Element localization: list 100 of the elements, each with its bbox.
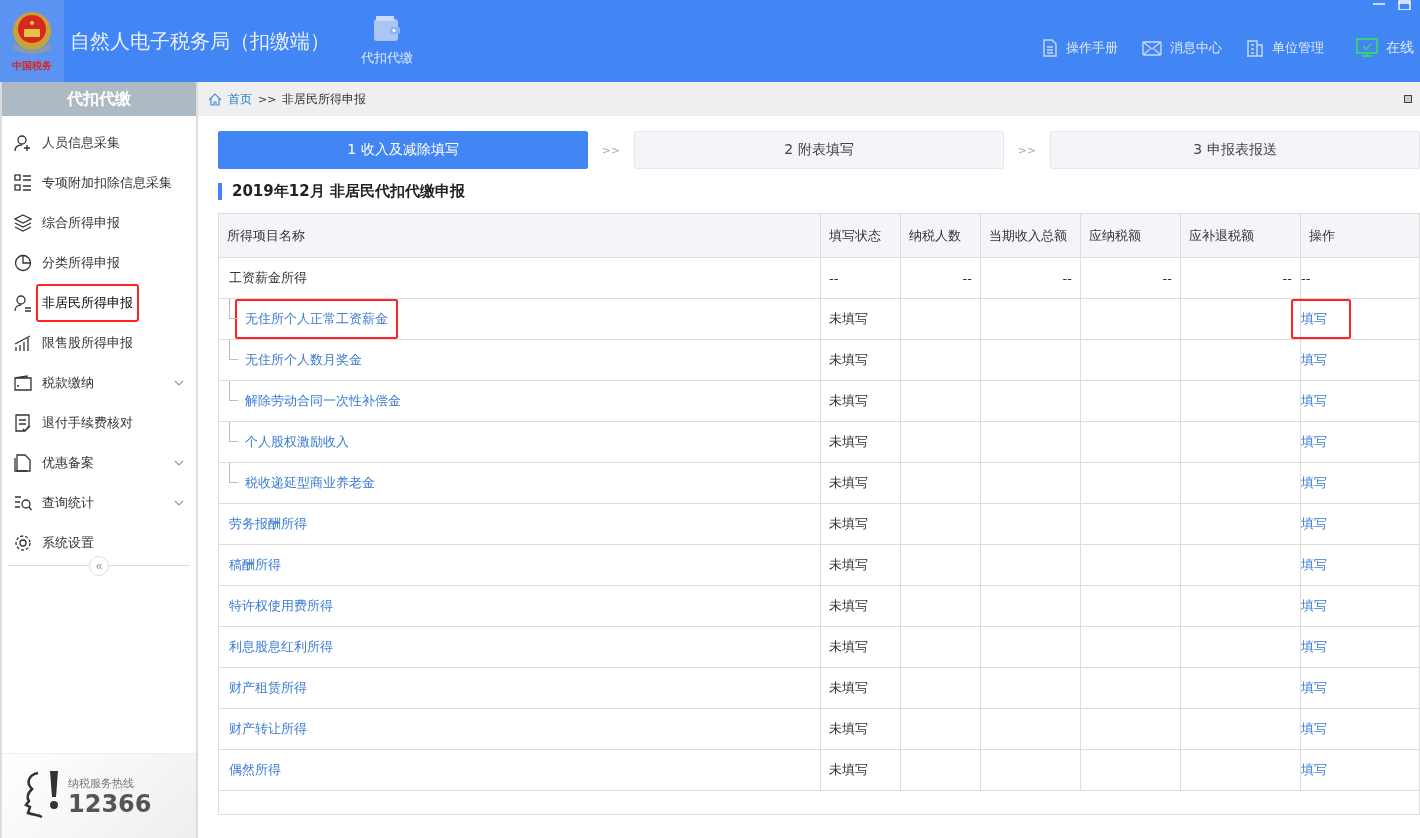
tree-line	[229, 340, 238, 360]
income-item-link[interactable]: 利息股息红利所得	[219, 627, 343, 667]
table-cell: 未填写	[821, 299, 901, 339]
home-link[interactable]: 首页	[228, 90, 252, 108]
header-link[interactable]: 操作手册	[1042, 38, 1118, 58]
wallet-icon	[372, 15, 402, 43]
table-cell: 未填写	[821, 586, 901, 626]
sidebar-item[interactable]: 限售股所得申报	[2, 323, 196, 363]
collapse-button[interactable]: «	[89, 556, 109, 576]
column-header: 填写状态	[821, 214, 901, 257]
income-item-link[interactable]: 个人股权激励收入	[235, 422, 359, 462]
table-cell: 未填写	[821, 463, 901, 503]
fill-link[interactable]: 填写	[1291, 463, 1351, 503]
tree-line	[229, 463, 238, 483]
sidebar-item[interactable]: 税款缴纳	[2, 363, 196, 403]
search-list-icon	[14, 494, 32, 512]
column-header: 纳税人数	[901, 214, 981, 257]
header-link[interactable]: 单位管理	[1246, 38, 1324, 58]
income-item-link[interactable]: 无住所个人数月奖金	[235, 340, 372, 380]
income-item-link[interactable]: 财产转让所得	[219, 709, 317, 749]
fill-link[interactable]: 填写	[1291, 709, 1351, 749]
sidebar-title: 代扣代缴	[2, 82, 196, 116]
fill-link[interactable]: 填写	[1291, 340, 1351, 380]
fill-link[interactable]: 填写	[1291, 750, 1351, 790]
minimize-icon[interactable]	[1372, 0, 1386, 8]
header-link[interactable]: 在线	[1356, 38, 1414, 58]
monitor-check-icon	[1356, 38, 1378, 58]
step-tab[interactable]: 3 申报表报送	[1050, 131, 1420, 169]
income-item-link[interactable]: 劳务报酬所得	[219, 504, 317, 544]
table-cell: 未填写	[821, 627, 901, 667]
tree-line	[229, 422, 238, 442]
table-cell: --	[1062, 270, 1072, 286]
sidebar-item[interactable]: 退付手续费核对	[2, 403, 196, 443]
header-link[interactable]: 消息中心	[1142, 38, 1222, 58]
person-icon	[14, 294, 32, 312]
hotline-number: 12366	[68, 790, 152, 817]
layers-icon	[14, 214, 32, 232]
table-cell: 未填写	[821, 340, 901, 380]
list-icon	[14, 174, 32, 192]
sidebar-item[interactable]: 专项附加扣除信息采集	[2, 163, 196, 203]
sidebar-item[interactable]: 人员信息采集	[2, 123, 196, 163]
column-header: 操作	[1308, 226, 1336, 245]
step-separator: >>	[600, 143, 622, 157]
step-tab[interactable]: 2 附表填写	[634, 131, 1004, 169]
step-separator: >>	[1016, 143, 1038, 157]
table-cell: --	[821, 258, 901, 298]
column-header: 当期收入总额	[981, 214, 1081, 257]
breadcrumb-current: 非居民所得申报	[282, 90, 367, 108]
person-add-icon	[14, 134, 32, 152]
sidebar-item[interactable]: 综合所得申报	[2, 203, 196, 243]
home-icon	[208, 92, 222, 106]
settings-icon	[14, 534, 32, 552]
section-title: 2019年12月 非居民代扣代缴申报	[218, 183, 1420, 200]
mail-icon	[1142, 40, 1162, 56]
table-cell: 未填写	[821, 504, 901, 544]
module-tab[interactable]: 代扣代缴	[357, 11, 417, 71]
pie-chart-icon	[14, 254, 32, 272]
fill-link[interactable]: 填写	[1291, 586, 1351, 626]
table-cell: 未填写	[821, 668, 901, 708]
income-group-name: 工资薪金所得	[228, 269, 308, 287]
table-cell: 未填写	[821, 422, 901, 462]
sidebar-item[interactable]: 查询统计	[2, 483, 196, 523]
table-cell: 未填写	[821, 381, 901, 421]
app-title: 自然人电子税务局（扣缴端）	[70, 27, 331, 55]
logo-text: 中国税务	[12, 59, 52, 73]
table-cell: --	[962, 270, 972, 286]
income-item-link[interactable]: 税收递延型商业养老金	[235, 463, 385, 503]
table-cell: 未填写	[821, 545, 901, 585]
maximize-icon[interactable]	[1398, 0, 1412, 10]
tree-line	[229, 299, 238, 319]
bar-chart-icon	[14, 334, 32, 352]
income-item-link[interactable]: 稿酬所得	[219, 545, 291, 585]
breadcrumb-separator: >>	[258, 92, 277, 106]
income-item-link[interactable]: 无住所个人正常工资薪金	[235, 299, 398, 339]
column-header: 所得项目名称	[219, 214, 821, 257]
fill-link[interactable]: 填写	[1291, 545, 1351, 585]
wallet-icon	[14, 374, 32, 392]
table-cell: --	[1282, 270, 1292, 286]
checklist-icon	[14, 414, 32, 432]
fill-link[interactable]: 填写	[1291, 299, 1351, 339]
tree-line	[229, 381, 238, 401]
income-item-link[interactable]: 偶然所得	[219, 750, 291, 790]
fill-link[interactable]: 填写	[1291, 668, 1351, 708]
sidebar-item[interactable]: 优惠备案	[2, 443, 196, 483]
column-header: 应补退税额	[1181, 214, 1301, 257]
restore-icon[interactable]	[1404, 95, 1412, 103]
income-item-link[interactable]: 特许权使用费所得	[219, 586, 343, 626]
fill-link[interactable]: 填写	[1291, 627, 1351, 667]
fill-link[interactable]: 填写	[1291, 504, 1351, 544]
step-tab[interactable]: 1 收入及减除填写	[218, 131, 588, 169]
table-cell: 未填写	[821, 750, 901, 790]
table-cell: --	[1162, 270, 1172, 286]
table-cell: 未填写	[821, 709, 901, 749]
income-item-link[interactable]: 解除劳动合同一次性补偿金	[235, 381, 411, 421]
fill-link[interactable]: 填写	[1291, 381, 1351, 421]
income-item-link[interactable]: 财产租赁所得	[219, 668, 317, 708]
column-header: 应纳税额	[1081, 214, 1181, 257]
fill-link[interactable]: 填写	[1291, 422, 1351, 462]
sidebar-item[interactable]: 分类所得申报	[2, 243, 196, 283]
hotline-label: 纳税服务热线	[68, 775, 135, 791]
